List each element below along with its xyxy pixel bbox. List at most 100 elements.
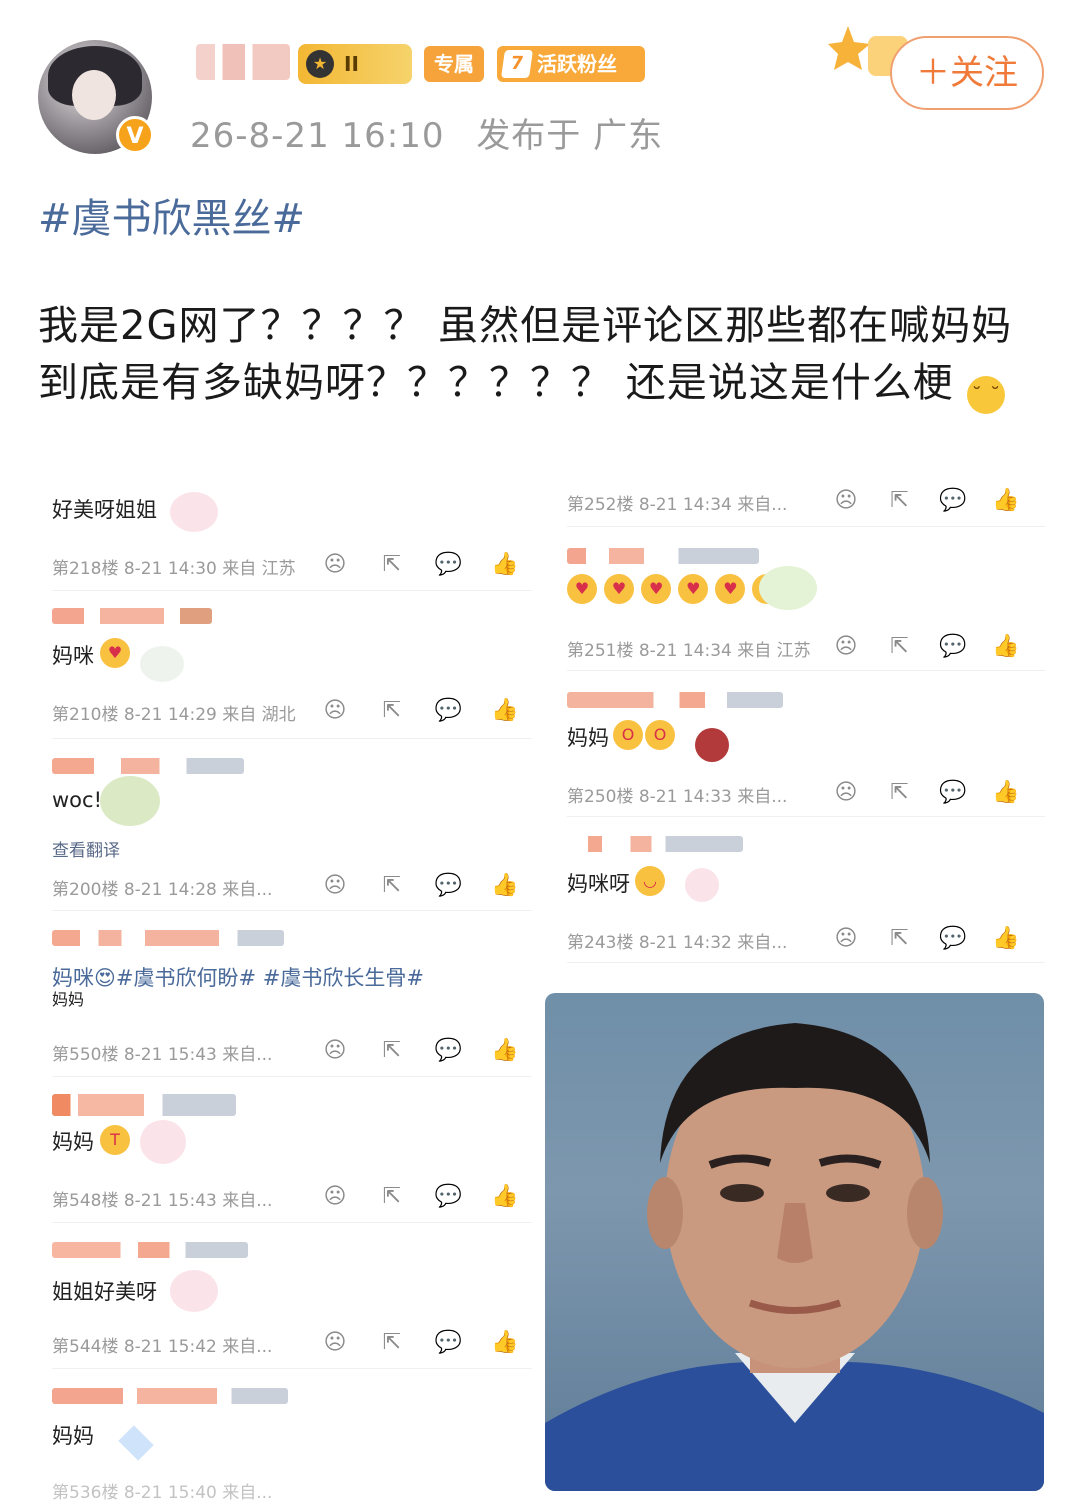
dislike-icon[interactable]: ☹ <box>320 698 350 723</box>
share-icon[interactable]: ⇱ <box>377 552 407 577</box>
shocked-emoji-icon: O <box>645 720 675 750</box>
share-icon[interactable]: ⇱ <box>377 1038 407 1063</box>
divider <box>52 590 532 591</box>
commenter-name-blurred[interactable] <box>567 548 759 564</box>
smirk-emoji-icon: ˘ ˘ <box>967 376 1006 414</box>
comment-text: 妈咪😍#虞书欣何盼# #虞书欣长生骨# <box>52 966 424 990</box>
like-icon[interactable]: 👍 <box>490 1184 520 1209</box>
heart-eyes-emoji-icon: ♥ <box>604 574 635 604</box>
comment-actions: ☹ ⇱ 💬 👍 <box>831 926 1021 951</box>
share-icon[interactable]: ⇱ <box>377 873 407 898</box>
like-icon[interactable]: 👍 <box>490 873 520 898</box>
exclusive-tag[interactable]: 专属 <box>424 46 484 82</box>
comment-text: 妈妈 <box>52 1130 94 1154</box>
like-icon[interactable]: 👍 <box>991 488 1021 513</box>
post-image[interactable] <box>545 993 1044 1491</box>
portrait-photo <box>545 1023 1044 1491</box>
comment-actions: ☹ ⇱ 💬 👍 <box>320 1038 520 1063</box>
avatar-face <box>72 70 116 120</box>
post-time: 26-8-21 16:10 <box>190 116 445 156</box>
like-icon[interactable]: 👍 <box>991 926 1021 951</box>
share-icon[interactable]: ⇱ <box>377 698 407 723</box>
dislike-icon[interactable]: ☹ <box>831 488 861 513</box>
share-icon[interactable]: ⇱ <box>884 488 914 513</box>
commenter-name-blurred[interactable] <box>52 1094 236 1116</box>
dislike-icon[interactable]: ☹ <box>320 552 350 577</box>
divider <box>567 670 1045 671</box>
comment-meta: 第251楼 8-21 14:34 来自 江苏 <box>567 641 811 661</box>
dislike-icon[interactable]: ☹ <box>320 1330 350 1355</box>
crown-icon: ★ <box>306 50 334 78</box>
flower-sticker-icon <box>170 1270 218 1312</box>
dislike-icon[interactable]: ☹ <box>320 1184 350 1209</box>
share-icon[interactable]: ⇱ <box>377 1330 407 1355</box>
shocked-emoji-icon: O <box>613 720 643 750</box>
commenter-name-blurred[interactable] <box>52 930 284 946</box>
dislike-icon[interactable]: ☹ <box>320 873 350 898</box>
comment-icon[interactable]: 💬 <box>433 1038 463 1063</box>
divider <box>52 1368 532 1369</box>
divider <box>567 816 1045 817</box>
comment-text: 好美呀姐姐 <box>52 498 157 522</box>
comment-text: 妈咪呀 <box>567 872 630 896</box>
dislike-icon[interactable]: ☹ <box>831 780 861 805</box>
heart-eyes-emoji-icon: ♥ <box>567 574 597 604</box>
comment-icon[interactable]: 💬 <box>433 1184 463 1209</box>
commenter-name-blurred[interactable] <box>52 608 212 624</box>
comment-actions: ☹ ⇱ 💬 👍 <box>320 1330 520 1355</box>
post-text: 我是2G网了？？？？ 虽然但是评论区那些都在喊妈妈到底是有多缺妈呀？？？？？？ … <box>38 303 1013 406</box>
post-location: 发布于 广东 <box>476 116 664 156</box>
like-icon[interactable]: 👍 <box>991 780 1021 805</box>
comment-meta: 第548楼 8-21 15:43 来自... <box>52 1191 273 1211</box>
active-fan-tag[interactable]: 7 活跃粉丝 <box>497 46 645 82</box>
comment-text: 妈咪 <box>52 644 94 668</box>
fan-level-number: 7 <box>501 50 533 78</box>
comment-icon[interactable]: 💬 <box>433 1330 463 1355</box>
post-meta: 26-8-21 16:10 发布于 广东 <box>190 108 663 157</box>
commenter-name-blurred[interactable] <box>567 692 783 708</box>
commenter-name-blurred[interactable] <box>567 836 743 852</box>
translate-link[interactable]: 查看翻译 <box>52 836 120 861</box>
like-icon[interactable]: 👍 <box>490 698 520 723</box>
comment-icon[interactable]: 💬 <box>433 698 463 723</box>
comment-meta: 第252楼 8-21 14:34 来自... <box>567 495 788 515</box>
comment-meta: 第210楼 8-21 14:29 来自 湖北 <box>52 705 296 725</box>
comment-icon[interactable]: 💬 <box>938 634 968 659</box>
dislike-icon[interactable]: ☹ <box>831 634 861 659</box>
like-icon[interactable]: 👍 <box>490 1038 520 1063</box>
crying-emoji-icon: T <box>100 1125 130 1155</box>
post-hashtag[interactable]: #虞书欣黑丝# <box>38 186 305 244</box>
commenter-name-blurred[interactable] <box>52 758 244 774</box>
share-icon[interactable]: ⇱ <box>377 1184 407 1209</box>
like-icon[interactable]: 👍 <box>490 1330 520 1355</box>
divider <box>52 1076 532 1077</box>
comment-icon[interactable]: 💬 <box>433 873 463 898</box>
share-icon[interactable]: ⇱ <box>884 634 914 659</box>
like-icon[interactable]: 👍 <box>991 634 1021 659</box>
level-badge[interactable]: ★ II <box>298 44 412 84</box>
dislike-icon[interactable]: ☹ <box>831 926 861 951</box>
verified-badge-icon: V <box>116 116 154 154</box>
commenter-name-blurred[interactable] <box>52 1388 288 1404</box>
divider <box>567 526 1045 527</box>
commenter-name-blurred[interactable] <box>52 1242 248 1258</box>
comment-meta: 第243楼 8-21 14:32 来自... <box>567 933 788 953</box>
comment-icon[interactable]: 💬 <box>938 780 968 805</box>
level-badge-label: II <box>344 52 359 76</box>
melody-sticker-icon <box>140 1120 186 1164</box>
comment-actions: ☹ ⇱ 💬 👍 <box>831 780 1021 805</box>
username-blurred[interactable] <box>196 44 290 80</box>
comment-icon[interactable]: 💬 <box>938 926 968 951</box>
dislike-icon[interactable]: ☹ <box>320 1038 350 1063</box>
like-icon[interactable]: 👍 <box>490 552 520 577</box>
share-icon[interactable]: ⇱ <box>884 780 914 805</box>
comment-actions: ☹ ⇱ 💬 👍 <box>831 488 1021 513</box>
follow-button[interactable]: ＋关注 <box>890 36 1044 110</box>
comment-actions: ☹ ⇱ 💬 👍 <box>320 552 520 577</box>
comment-text: 妈妈 <box>52 1424 94 1448</box>
comment-icon[interactable]: 💬 <box>433 552 463 577</box>
comment-actions: ☹ ⇱ 💬 👍 <box>831 634 1021 659</box>
comment-actions: ☹ ⇱ 💬 👍 <box>320 698 520 723</box>
comment-icon[interactable]: 💬 <box>938 488 968 513</box>
share-icon[interactable]: ⇱ <box>884 926 914 951</box>
